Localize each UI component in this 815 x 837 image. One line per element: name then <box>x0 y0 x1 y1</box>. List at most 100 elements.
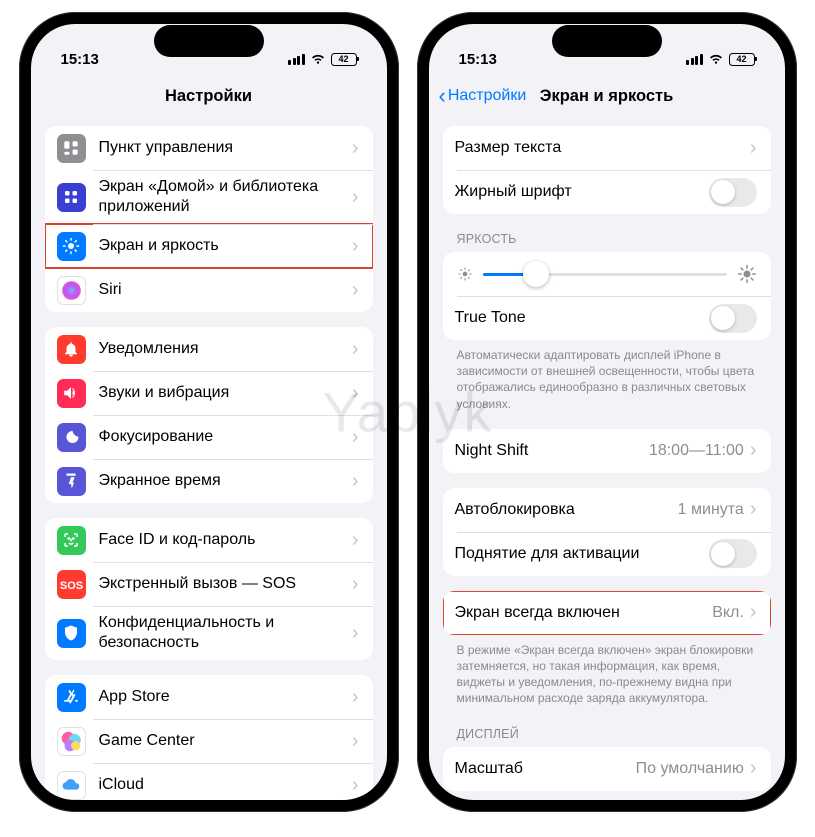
status-right: 42 <box>288 53 357 66</box>
toggle-raise-to-wake[interactable] <box>709 539 757 568</box>
row-brightness-slider[interactable] <box>443 252 771 296</box>
row-faceid[interactable]: Face ID и код-пароль› <box>45 518 373 562</box>
label: Night Shift <box>455 441 649 461</box>
chevron-right-icon: › <box>352 279 359 302</box>
value: По умолчанию <box>636 760 744 778</box>
screen-settings: 15:13 42 Настройки Пункт управления›Экра… <box>31 24 387 800</box>
toggle-true-tone[interactable] <box>709 304 757 333</box>
row-notifications[interactable]: Уведомления› <box>45 327 373 371</box>
value: 18:00—11:00 <box>649 442 744 460</box>
label: Масштаб <box>455 759 636 779</box>
label: Siri <box>99 280 352 300</box>
label: Экран и яркость <box>99 236 352 256</box>
sun-small-icon <box>457 266 473 282</box>
label: Game Center <box>99 731 352 751</box>
chevron-right-icon: › <box>352 186 359 209</box>
display-settings-list[interactable]: Размер текста › Жирный шрифт ЯРКОСТЬ <box>429 116 785 800</box>
row-always-on[interactable]: Экран всегда включен Вкл. › <box>443 591 771 635</box>
status-time: 15:13 <box>459 51 497 68</box>
status-time: 15:13 <box>61 51 99 68</box>
row-home-screen[interactable]: Экран «Домой» и библиотека приложений› <box>45 170 373 224</box>
appstore-icon <box>57 683 86 712</box>
label: Поднятие для активации <box>455 544 709 564</box>
footer-always-on: В режиме «Экран всегда включен» экран бл… <box>443 635 771 709</box>
value: 1 минута <box>678 501 744 519</box>
label: Экран всегда включен <box>455 603 713 623</box>
row-zoom[interactable]: Масштаб По умолчанию › <box>443 747 771 791</box>
chevron-right-icon: › <box>750 757 757 780</box>
row-bold-text[interactable]: Жирный шрифт <box>443 170 771 214</box>
footer-true-tone: Автоматически адаптировать дисплей iPhon… <box>443 340 771 414</box>
chevron-right-icon: › <box>352 382 359 405</box>
section-header-brightness: ЯРКОСТЬ <box>443 214 771 252</box>
chevron-right-icon: › <box>352 426 359 449</box>
row-gamecenter[interactable]: Game Center› <box>45 719 373 763</box>
chevron-right-icon: › <box>750 439 757 462</box>
row-auto-lock[interactable]: Автоблокировка 1 минута › <box>443 488 771 532</box>
label: App Store <box>99 687 352 707</box>
wifi-icon <box>708 53 724 65</box>
screen-display-brightness: 15:13 42 ‹ Настройки Экран и яркость Раз… <box>429 24 785 800</box>
row-appstore[interactable]: App Store› <box>45 675 373 719</box>
dynamic-island <box>154 25 264 57</box>
row-control-center[interactable]: Пункт управления› <box>45 126 373 170</box>
chevron-right-icon: › <box>352 622 359 645</box>
control-center-icon <box>57 134 86 163</box>
screentime-icon <box>57 467 86 496</box>
back-button[interactable]: ‹ Настройки <box>439 85 527 107</box>
chevron-right-icon: › <box>352 686 359 709</box>
label: True Tone <box>455 308 709 328</box>
row-sos[interactable]: SOSЭкстренный вызов — SOS› <box>45 562 373 606</box>
page-title: Настройки <box>165 87 252 106</box>
label: Пункт управления <box>99 138 352 158</box>
brightness-icon <box>57 232 86 261</box>
row-brightness[interactable]: Экран и яркость› <box>45 224 373 268</box>
cellular-icon <box>288 54 305 65</box>
back-label: Настройки <box>448 87 526 105</box>
brightness-slider[interactable] <box>483 273 727 276</box>
page-title: Экран и яркость <box>540 87 674 106</box>
chevron-right-icon: › <box>352 730 359 753</box>
chevron-right-icon: › <box>750 498 757 521</box>
chevron-right-icon: › <box>352 529 359 552</box>
row-icloud[interactable]: iCloud› <box>45 763 373 800</box>
battery-icon: 42 <box>729 53 755 66</box>
label: Звуки и вибрация <box>99 383 352 403</box>
privacy-icon <box>57 619 86 648</box>
dynamic-island <box>552 25 662 57</box>
row-focus[interactable]: Фокусирование› <box>45 415 373 459</box>
chevron-right-icon: › <box>750 137 757 160</box>
row-night-shift[interactable]: Night Shift 18:00—11:00 › <box>443 429 771 473</box>
row-raise-to-wake[interactable]: Поднятие для активации <box>443 532 771 576</box>
row-screentime[interactable]: Экранное время› <box>45 459 373 503</box>
phone-right: 15:13 42 ‹ Настройки Экран и яркость Раз… <box>417 12 797 812</box>
row-text-size[interactable]: Размер текста › <box>443 126 771 170</box>
home-screen-icon <box>57 183 86 212</box>
label: Конфиденциальность и безопасность <box>99 613 352 653</box>
label: Экран «Домой» и библиотека приложений <box>99 177 352 217</box>
svg-text:SOS: SOS <box>59 580 82 592</box>
faceid-icon <box>57 526 86 555</box>
siri-icon <box>57 276 86 305</box>
focus-icon <box>57 423 86 452</box>
row-sounds[interactable]: Звуки и вибрация› <box>45 371 373 415</box>
icloud-icon <box>57 771 86 800</box>
row-siri[interactable]: Siri› <box>45 268 373 312</box>
label: Автоблокировка <box>455 500 678 520</box>
toggle-bold-text[interactable] <box>709 178 757 207</box>
label: Жирный шрифт <box>455 182 709 202</box>
label: Экстренный вызов — SOS <box>99 574 352 594</box>
label: Face ID и код-пароль <box>99 530 352 550</box>
sun-large-icon <box>737 264 757 284</box>
phone-left: 15:13 42 Настройки Пункт управления›Экра… <box>19 12 399 812</box>
battery-icon: 42 <box>331 53 357 66</box>
label: Экранное время <box>99 471 352 491</box>
label: iCloud <box>99 775 352 795</box>
nav-bar: ‹ Настройки Экран и яркость <box>429 76 785 116</box>
section-header-display: ДИСПЛЕЙ <box>443 709 771 747</box>
row-true-tone[interactable]: True Tone <box>443 296 771 340</box>
gamecenter-icon <box>57 727 86 756</box>
settings-list[interactable]: Пункт управления›Экран «Домой» и библиот… <box>31 116 387 800</box>
label: Размер текста <box>455 138 750 158</box>
row-privacy[interactable]: Конфиденциальность и безопасность› <box>45 606 373 660</box>
